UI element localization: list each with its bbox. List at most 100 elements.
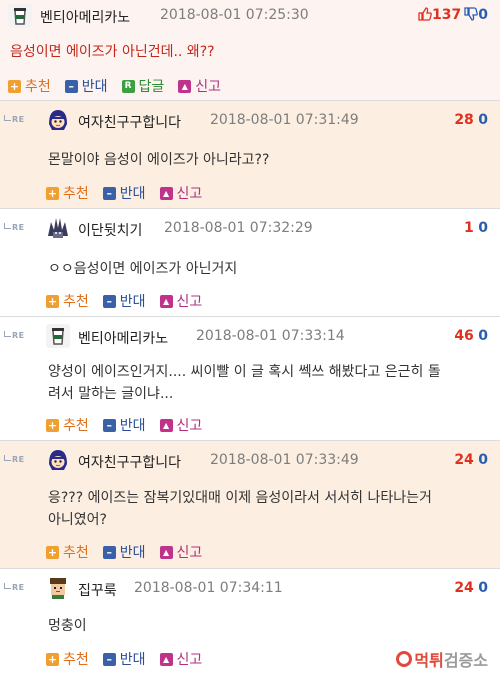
comment-score: 46 0 [454, 328, 488, 344]
girl-avatar [46, 448, 70, 472]
plus-icon: + [46, 418, 59, 432]
report-icon: ▲ [159, 418, 173, 432]
report-icon: ▲ [159, 652, 173, 666]
original-down-count: 0 [478, 7, 488, 23]
report-icon: ▲ [159, 294, 173, 308]
comment-time: 2018-08-01 07:33:14 [196, 328, 345, 344]
down-count: 0 [478, 328, 488, 344]
up-count: 1 [464, 220, 474, 236]
reply-button[interactable]: R 답글 [121, 76, 164, 96]
comment-text: 멍충이 [48, 618, 87, 634]
comment-3: RE 벤티아메리카노 2018-08-01 07:33:14 46 0 양성이 … [0, 316, 500, 440]
comment-actions: + 추천 – 반대 ▲ 신고 [46, 415, 216, 435]
cup-avatar [8, 4, 32, 28]
comment-1: RE 여자친구구합니다 2018-08-01 07:31:49 28 0 몬말이… [0, 100, 500, 208]
reply-marker: RE [4, 583, 25, 592]
plus-icon: + [46, 652, 59, 666]
report-button[interactable]: ▲ 신고 [178, 76, 221, 96]
comment-nickname[interactable]: 여자친구구합니다 [78, 452, 181, 472]
original-text: 음성이면 에이즈가 아닌건데.. 왜?? [10, 44, 215, 60]
comment-score: 1 0 [464, 220, 488, 236]
reply-icon: R [121, 79, 135, 93]
cup-avatar [46, 324, 70, 348]
comment-nickname[interactable]: 여자친구구합니다 [78, 112, 181, 132]
recommend-button[interactable]: + 추천 [46, 415, 89, 435]
down-count: 0 [478, 112, 488, 128]
minus-icon: – [102, 652, 116, 666]
recommend-button[interactable]: + 추천 [46, 291, 89, 311]
comment-4: RE 여자친구구합니다 2018-08-01 07:33:49 24 0 응??… [0, 440, 500, 568]
reply-marker: RE [4, 115, 25, 124]
pixel-avatar [46, 575, 70, 599]
comment-actions: + 추천 – 반대 ▲ 신고 [46, 291, 216, 311]
report-button[interactable]: ▲ 신고 [159, 291, 202, 311]
oppose-button[interactable]: – 반대 [102, 415, 146, 435]
reply-marker: RE [4, 455, 25, 464]
report-button[interactable]: ▲ 신고 [159, 649, 202, 669]
plus-icon: + [46, 545, 59, 559]
original-time: 2018-08-01 07:25:30 [160, 7, 309, 23]
minus-icon: – [102, 418, 116, 432]
comment-time: 2018-08-01 07:32:29 [164, 220, 313, 236]
up-count: 46 [454, 328, 474, 344]
report-icon: ▲ [178, 79, 192, 93]
oppose-button[interactable]: – 반대 [102, 291, 146, 311]
comment-actions: + 추천 – 반대 ▲ 신고 [46, 649, 216, 669]
down-count: 0 [478, 452, 488, 468]
original-score: 137 0 [418, 7, 488, 23]
plus-icon: + [46, 294, 59, 308]
oppose-button[interactable]: – 반대 [102, 542, 146, 562]
plus-icon: + [46, 186, 59, 200]
original-actions: + 추천 – 반대 R 답글 ▲ 신고 [8, 76, 235, 96]
report-button[interactable]: ▲ 신고 [159, 183, 202, 203]
comment-time: 2018-08-01 07:34:11 [134, 580, 283, 596]
original-nickname[interactable]: 벤티아메리카노 [40, 7, 130, 27]
comment-nickname[interactable]: 이단뒷치기 [78, 220, 142, 240]
plus-icon: + [8, 79, 21, 93]
oppose-button[interactable]: – 반대 [102, 183, 146, 203]
report-button[interactable]: ▲ 신고 [159, 542, 202, 562]
comment-score: 28 0 [454, 112, 488, 128]
report-button[interactable]: ▲ 신고 [159, 415, 202, 435]
report-icon: ▲ [159, 545, 173, 559]
comment-actions: + 추천 – 반대 ▲ 신고 [46, 183, 216, 203]
comment-5: RE 집꾸룩 2018-08-01 07:34:11 24 0 멍충이 + 추천 … [0, 568, 500, 683]
thumbs-up-icon[interactable] [418, 7, 432, 21]
comment-nickname[interactable]: 집꾸룩 [78, 580, 117, 600]
down-count: 0 [478, 580, 488, 596]
original-up-count: 137 [432, 7, 462, 23]
original-post: 벤티아메리카노 2018-08-01 07:25:30 137 0 음성이면 에이… [0, 0, 500, 100]
comment-text: ㅇㅇ음성이면 에이즈가 아닌거지 [48, 261, 238, 277]
down-count: 0 [478, 220, 488, 236]
comment-time: 2018-08-01 07:33:49 [210, 452, 359, 468]
site-watermark: 먹튀 검증소 [396, 647, 488, 671]
comment-nickname[interactable]: 벤티아메리카노 [78, 328, 168, 348]
reply-marker: RE [4, 331, 25, 340]
comment-score: 24 0 [454, 452, 488, 468]
oppose-button[interactable]: – 반대 [64, 76, 108, 96]
recommend-button[interactable]: + 추천 [8, 76, 51, 96]
up-count: 24 [454, 452, 474, 468]
recommend-button[interactable]: + 추천 [46, 649, 89, 669]
up-count: 28 [454, 112, 474, 128]
girl-avatar [46, 108, 70, 132]
comment-actions: + 추천 – 반대 ▲ 신고 [46, 542, 216, 562]
reply-marker: RE [4, 223, 25, 232]
oppose-button[interactable]: – 반대 [102, 649, 146, 669]
comment-time: 2018-08-01 07:31:49 [210, 112, 359, 128]
report-icon: ▲ [159, 186, 173, 200]
spiky-avatar [46, 216, 70, 240]
up-count: 24 [454, 580, 474, 596]
comment-text: 양성이 에이즈인거지.... 씨이빨 이 글 혹시 쎅쓰 해봤다고 은근히 돌려… [48, 364, 441, 402]
minus-icon: – [64, 79, 78, 93]
comment-text: 응??? 에이즈는 잠복기있대매 이제 음성이라서 서서히 나타나는거 아니였어? [48, 490, 432, 528]
recommend-button[interactable]: + 추천 [46, 542, 89, 562]
comment-score: 24 0 [454, 580, 488, 596]
minus-icon: – [102, 294, 116, 308]
magnifier-icon [396, 651, 413, 667]
minus-icon: – [102, 545, 116, 559]
minus-icon: – [102, 186, 116, 200]
thumbs-down-icon[interactable] [464, 7, 479, 21]
comment-2: RE 이단뒷치기 2018-08-01 07:32:29 1 0 ㅇㅇ음성이면 … [0, 208, 500, 316]
recommend-button[interactable]: + 추천 [46, 183, 89, 203]
